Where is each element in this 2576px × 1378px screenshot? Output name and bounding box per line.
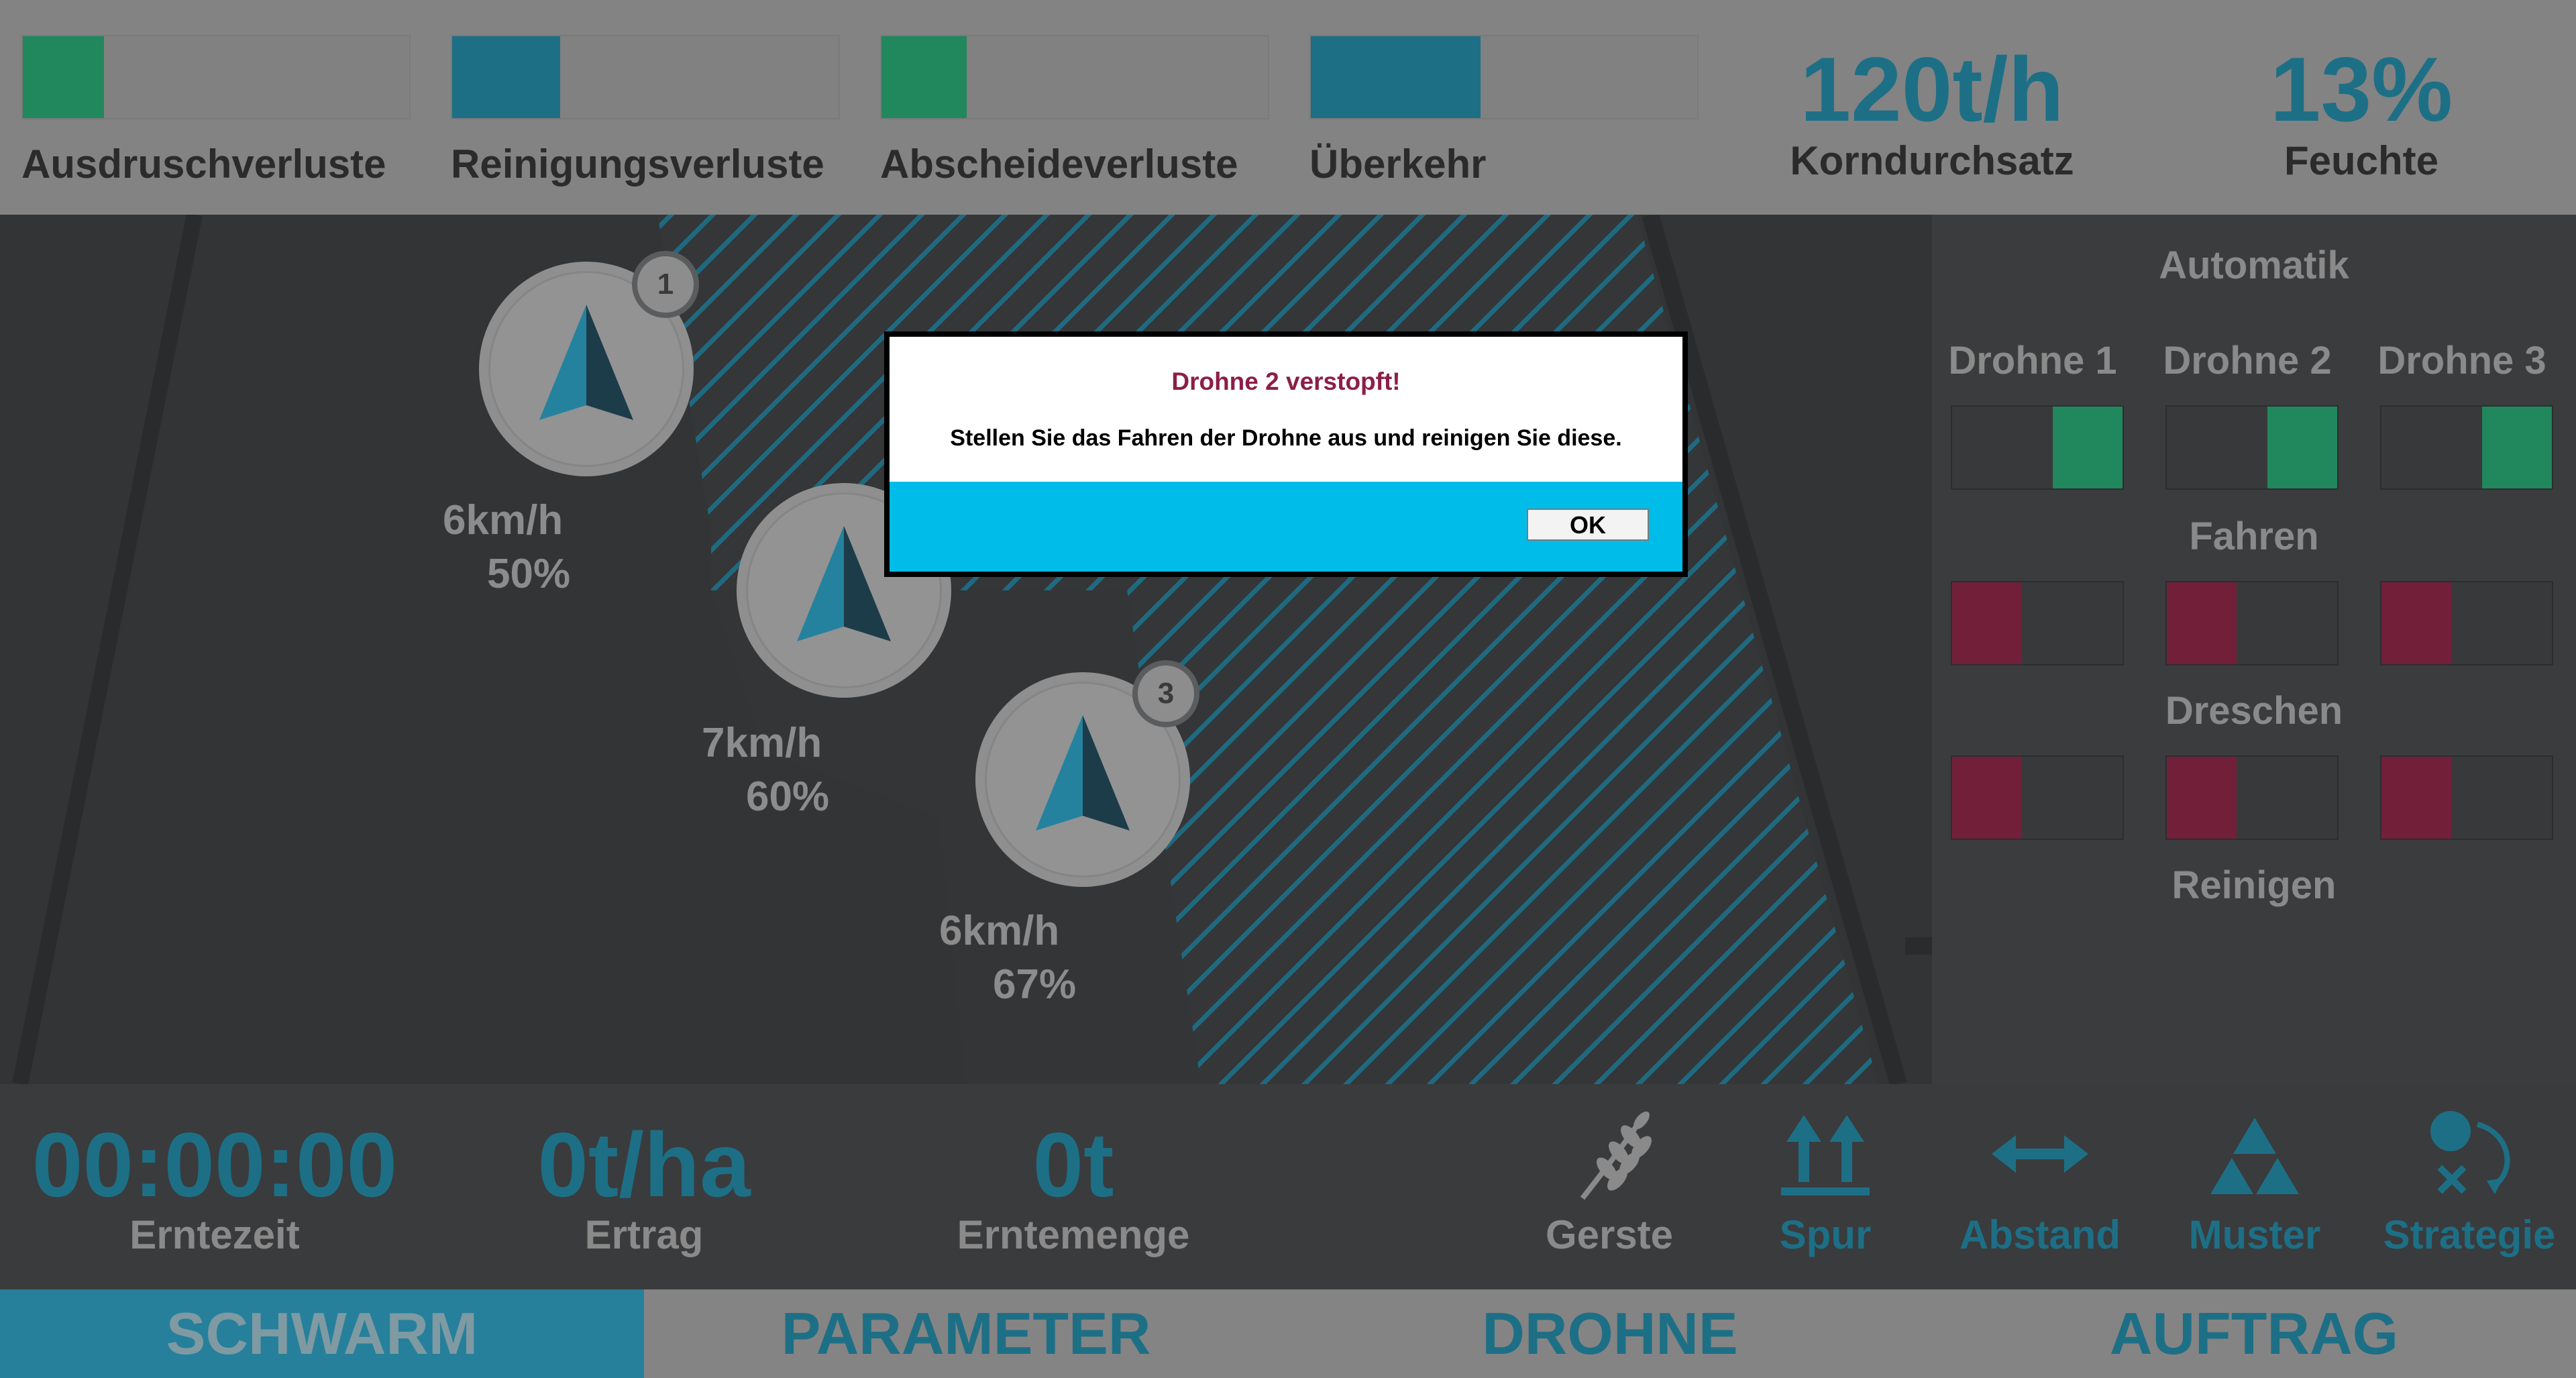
automatik-toggle-drone-2[interactable] — [2165, 405, 2339, 490]
ok-button[interactable]: OK — [1527, 509, 1649, 541]
strategy-play-icon — [2430, 1111, 2510, 1194]
fahren-heading: Fahren — [2189, 515, 2319, 558]
alert-dialog: Drohne 2 verstopft! Stellen Sie das Fahr… — [884, 331, 1688, 577]
throughput-value: 120t/h — [1800, 38, 2064, 140]
automatik-heading: Automatik — [2159, 244, 2349, 287]
main-navigation: SCHWARM PARAMETER DROHNE AUFTRAG — [0, 1289, 2576, 1378]
toggle-knob — [1952, 757, 2022, 839]
automatik-toggle-drone-1[interactable] — [1951, 405, 2124, 490]
fahren-toggle-drone-2[interactable] — [2165, 581, 2339, 666]
crop-gerste-button[interactable]: Gerste — [1519, 1106, 1700, 1273]
tab-parameter[interactable]: PARAMETER — [644, 1289, 1288, 1378]
harvest-time-value: 00:00:00 — [32, 1114, 398, 1216]
field-boundary-left — [12, 215, 203, 1084]
reinigen-heading: Reinigen — [2171, 863, 2337, 907]
gauge-reinigungsverluste — [451, 35, 840, 119]
drone-percent: 67% — [993, 961, 1077, 1008]
triforce-pattern-icon — [2210, 1118, 2299, 1194]
drone-control-panel: Automatik Drohne 1 Drohne 2 Drohne 3 Fah… — [1932, 215, 2576, 1084]
toggle-knob — [2381, 582, 2451, 664]
dialog-footer: OK — [890, 482, 1682, 572]
gauge-label: Überkehr — [1309, 142, 1487, 187]
tool-label: Spur — [1779, 1212, 1872, 1257]
drone-speed: 6km/h — [443, 497, 564, 543]
gauge-fill — [23, 36, 104, 118]
gauge-label: Abscheideverluste — [880, 142, 1238, 187]
drone-speed: 6km/h — [939, 908, 1060, 954]
fahren-toggle-drone-1[interactable] — [1951, 581, 2124, 666]
toggle-knob — [2381, 757, 2451, 839]
tab-schwarm[interactable]: SCHWARM — [0, 1289, 644, 1378]
drone-number-badge: 3 — [1132, 660, 1199, 727]
harvest-amount-label: Erntemenge — [957, 1212, 1190, 1257]
drone-2-label: Drohne 2 — [2163, 339, 2332, 382]
tab-auftrag[interactable]: AUFTRAG — [1932, 1289, 2576, 1378]
moisture-label: Feuchte — [2284, 138, 2439, 183]
spur-button[interactable]: Spur — [1735, 1106, 1916, 1273]
toggle-knob — [1952, 582, 2022, 664]
yield-label: Ertrag — [584, 1212, 704, 1257]
dreschen-toggle-drone-2[interactable] — [2165, 755, 2339, 840]
tool-label: Muster — [2188, 1212, 2321, 1257]
toggle-knob — [2267, 407, 2337, 488]
abstand-button[interactable]: Abstand — [1949, 1106, 2131, 1273]
harvest-time-label: Erntezeit — [129, 1212, 300, 1257]
gauge-label: Reinigungsverluste — [451, 142, 824, 187]
status-bar: Ausdruschverluste Reinigungsverluste Abs… — [0, 0, 2576, 215]
strategie-button[interactable]: Strategie — [2379, 1106, 2560, 1273]
dreschen-heading: Dreschen — [2165, 689, 2343, 733]
fahren-toggle-drone-3[interactable] — [2380, 581, 2553, 666]
dialog-message: Stellen Sie das Fahren der Drohne aus un… — [950, 425, 1622, 451]
dreschen-toggle-drone-1[interactable] — [1951, 755, 2124, 840]
toggle-knob — [2053, 407, 2123, 488]
gauge-fill — [452, 36, 561, 118]
drone-1-label: Drohne 1 — [1948, 339, 2117, 382]
tool-label: Strategie — [2383, 1212, 2556, 1257]
automatik-toggle-drone-3[interactable] — [2380, 405, 2553, 490]
moisture-value: 13% — [2269, 38, 2453, 140]
gauge-abscheideverluste — [880, 35, 1269, 119]
gauge-fill — [1311, 36, 1481, 118]
dreschen-toggle-drone-3[interactable] — [2380, 755, 2553, 840]
gauge-ueberkehr — [1309, 35, 1699, 119]
dialog-body: Drohne 2 verstopft! Stellen Sie das Fahr… — [890, 337, 1682, 482]
gauge-fill — [881, 36, 967, 118]
drone-percent: 50% — [487, 551, 571, 597]
gauge-ausdruschverluste — [21, 35, 411, 119]
gauge-label: Ausdruschverluste — [21, 142, 386, 187]
throughput-label: Korndurchsatz — [1790, 138, 2074, 183]
tool-label: Abstand — [1960, 1212, 2121, 1257]
info-bar: 00:00:00 Erntezeit 0t/ha Ertrag 0t Ernte… — [0, 1084, 2576, 1289]
toggle-knob — [2482, 407, 2552, 488]
dialog-title: Drohne 2 verstopft! — [1171, 368, 1401, 395]
toggle-knob — [2167, 757, 2237, 839]
drone-number-badge: 1 — [632, 251, 699, 318]
drone-3-label: Drohne 3 — [2377, 339, 2546, 382]
drone-speed: 7km/h — [702, 720, 822, 766]
wheat-icon — [1580, 1111, 1652, 1200]
harvest-amount-value: 0t — [1032, 1114, 1114, 1216]
distance-arrow-icon — [1992, 1135, 2088, 1173]
lanes-up-icon — [1781, 1115, 1870, 1196]
muster-button[interactable]: Muster — [2164, 1106, 2345, 1273]
tab-drohne[interactable]: DROHNE — [1288, 1289, 1932, 1378]
drone-percent: 60% — [746, 774, 830, 820]
tool-label: Gerste — [1545, 1212, 1674, 1257]
toggle-knob — [2167, 582, 2237, 664]
yield-value: 0t/ha — [537, 1114, 751, 1216]
